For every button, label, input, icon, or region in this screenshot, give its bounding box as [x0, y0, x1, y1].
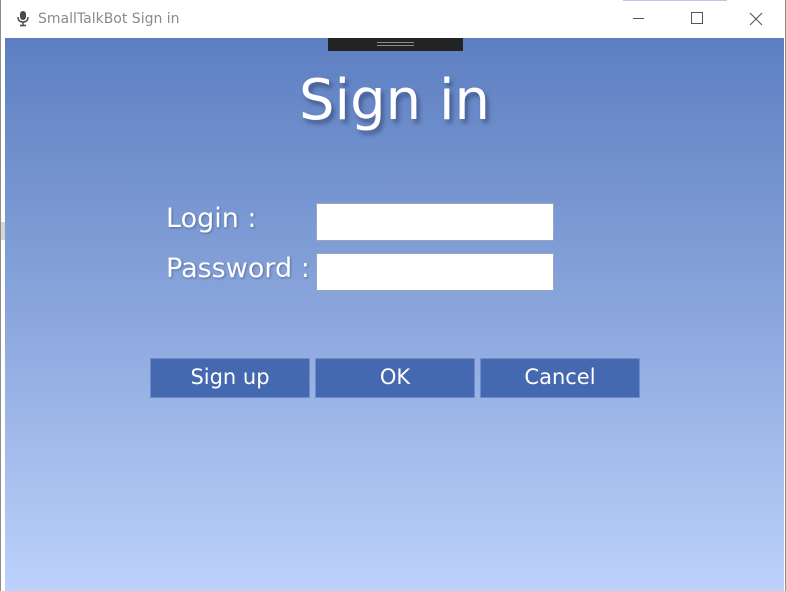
microphone-icon	[15, 10, 31, 28]
minimize-icon	[633, 18, 644, 19]
password-input[interactable]	[316, 253, 554, 291]
minimize-button[interactable]	[609, 0, 667, 38]
ok-button[interactable]: OK	[315, 358, 475, 398]
drag-handle[interactable]	[328, 38, 463, 51]
title-bar[interactable]: SmallTalkBot Sign in	[1, 0, 785, 38]
login-label: Login :	[166, 203, 257, 234]
grip-line	[377, 42, 414, 43]
grip-line	[377, 45, 414, 46]
password-label: Password :	[166, 253, 310, 284]
maximize-button[interactable]	[668, 0, 726, 38]
close-icon	[749, 12, 763, 26]
page-title: Sign in	[299, 68, 490, 133]
sign-in-panel: Sign in Login : Password : Sign up OK Ca…	[5, 38, 784, 591]
sign-up-button[interactable]: Sign up	[150, 358, 310, 398]
window-title: SmallTalkBot Sign in	[38, 11, 180, 27]
close-button[interactable]	[727, 0, 785, 38]
app-window: SmallTalkBot Sign in Sign in Login : Pas…	[0, 0, 786, 591]
maximize-icon	[691, 12, 703, 24]
cancel-button[interactable]: Cancel	[480, 358, 640, 398]
login-input[interactable]	[316, 203, 554, 241]
